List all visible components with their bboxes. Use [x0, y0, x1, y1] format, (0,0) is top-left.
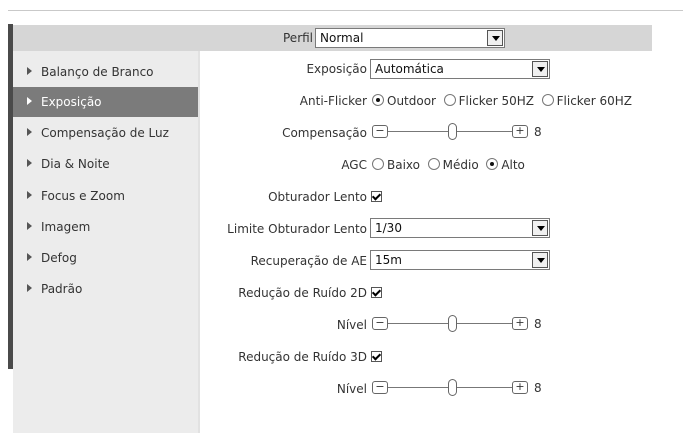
- exposicao-label: Exposição: [306, 62, 367, 76]
- slider-handle[interactable]: [448, 315, 457, 332]
- slider-handle[interactable]: [448, 123, 457, 140]
- radio-alto[interactable]: [486, 158, 499, 170]
- exposicao-select[interactable]: Automática: [370, 59, 550, 79]
- top-divider: [8, 10, 683, 11]
- sidebar-item-label: Compensação de Luz: [41, 126, 169, 140]
- chevron-down-icon[interactable]: [532, 61, 548, 77]
- plus-icon[interactable]: +: [512, 317, 528, 330]
- profile-bar: Perfil Normal: [13, 25, 652, 51]
- reducao-ruido-3d-label: Redução de Ruído 3D: [238, 350, 367, 364]
- compensacao-value: 8: [534, 125, 542, 139]
- sidebar-item-padrao[interactable]: Padrão: [13, 274, 198, 304]
- sidebar-item-dia-noite[interactable]: Dia & Noite: [13, 149, 198, 179]
- sidebar-item-label: Defog: [41, 251, 77, 265]
- radio-medio-label: Médio: [442, 158, 479, 172]
- nivel-2d-label: Nível: [336, 318, 367, 332]
- radio-alto-label: Alto: [501, 158, 525, 172]
- sidebar-item-label: Balanço de Branco: [41, 65, 154, 79]
- radio-flicker-60hz[interactable]: [541, 94, 554, 106]
- sidebar-item-label: Exposição: [41, 95, 102, 109]
- triangle-right-icon: [27, 67, 32, 75]
- obturador-lento-checkbox[interactable]: [371, 191, 382, 202]
- nivel-2d-value: 8: [534, 317, 542, 331]
- nivel-3d-label: Nível: [336, 382, 367, 396]
- radio-flicker-50hz-label: Flicker 50HZ: [458, 94, 534, 108]
- slider-handle[interactable]: [448, 379, 457, 396]
- triangle-right-icon: [27, 253, 32, 261]
- chevron-down-icon[interactable]: [532, 252, 548, 268]
- triangle-right-icon: [27, 222, 32, 230]
- radio-outdoor-label: Outdoor: [387, 94, 436, 108]
- sidebar-item-label: Dia & Noite: [41, 157, 110, 171]
- radio-outdoor[interactable]: [372, 94, 384, 106]
- agc-options: Baixo Médio Alto: [372, 158, 525, 172]
- obturador-lento-label: Obturador Lento: [268, 190, 367, 204]
- compensacao-label: Compensação: [282, 126, 367, 140]
- sidebar-item-imagem[interactable]: Imagem: [13, 212, 198, 242]
- sidebar-item-balanco-de-branco[interactable]: Balanço de Branco: [13, 57, 198, 87]
- sidebar-item-focus-e-zoom[interactable]: Focus e Zoom: [13, 181, 198, 211]
- left-edge: [0, 0, 8, 433]
- reducao-ruido-3d-checkbox[interactable]: [371, 351, 382, 362]
- nivel-3d-slider[interactable]: − + 8: [372, 379, 552, 397]
- limite-obturador-select[interactable]: 1/30: [370, 218, 550, 238]
- anti-flicker-options: Outdoor Flicker 50HZ Flicker 60HZ: [372, 94, 632, 108]
- agc-label: AGC: [341, 158, 367, 172]
- sidebar: Balanço de Branco Exposição Compensação …: [13, 51, 200, 433]
- exposicao-value: Automática: [375, 62, 444, 76]
- plus-icon[interactable]: +: [512, 125, 528, 138]
- chevron-down-icon[interactable]: [487, 30, 503, 46]
- perfil-select[interactable]: Normal: [315, 28, 505, 48]
- minus-icon[interactable]: −: [372, 317, 388, 330]
- triangle-right-icon: [27, 159, 32, 167]
- reducao-ruido-2d-checkbox[interactable]: [371, 287, 382, 298]
- plus-icon[interactable]: +: [512, 381, 528, 394]
- sidebar-item-exposicao[interactable]: Exposição: [13, 87, 198, 117]
- anti-flicker-label: Anti-Flicker: [299, 94, 367, 108]
- sidebar-item-label: Padrão: [41, 282, 83, 296]
- nivel-3d-value: 8: [534, 381, 542, 395]
- radio-flicker-50hz[interactable]: [443, 94, 456, 106]
- sidebar-item-label: Focus e Zoom: [41, 189, 125, 203]
- minus-icon[interactable]: −: [372, 381, 388, 394]
- triangle-right-icon: [27, 97, 32, 105]
- compensacao-slider[interactable]: − + 8: [372, 123, 552, 141]
- limite-obturador-value: 1/30: [375, 221, 402, 235]
- recuperacao-ae-select[interactable]: 15m: [370, 250, 550, 270]
- triangle-right-icon: [27, 191, 32, 199]
- minus-icon[interactable]: −: [372, 125, 388, 138]
- recuperacao-ae-value: 15m: [375, 253, 402, 267]
- triangle-right-icon: [27, 284, 32, 292]
- nivel-2d-slider[interactable]: − + 8: [372, 315, 552, 333]
- radio-medio[interactable]: [427, 158, 440, 170]
- limite-obturador-label: Limite Obturador Lento: [227, 222, 367, 236]
- perfil-value: Normal: [320, 31, 364, 45]
- sidebar-item-compensacao-de-luz[interactable]: Compensação de Luz: [13, 118, 198, 148]
- radio-baixo[interactable]: [372, 158, 384, 170]
- triangle-right-icon: [27, 128, 32, 136]
- radio-flicker-60hz-label: Flicker 60HZ: [556, 94, 632, 108]
- perfil-label: Perfil: [283, 31, 314, 45]
- sidebar-item-label: Imagem: [41, 220, 91, 234]
- reducao-ruido-2d-label: Redução de Ruído 2D: [238, 286, 367, 300]
- recuperacao-ae-label: Recuperação de AE: [250, 254, 367, 268]
- sidebar-item-defog[interactable]: Defog: [13, 243, 198, 273]
- chevron-down-icon[interactable]: [532, 220, 548, 236]
- radio-baixo-label: Baixo: [387, 158, 420, 172]
